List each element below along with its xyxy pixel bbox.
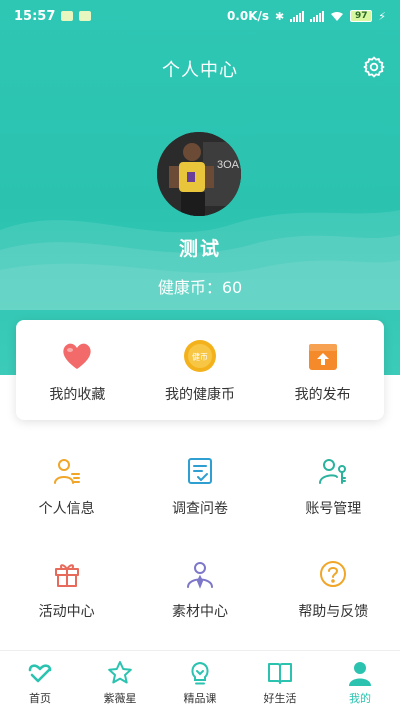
tab-mine[interactable]: 我的 bbox=[320, 651, 400, 711]
avatar-photo: 3OA bbox=[157, 132, 241, 216]
tab-ziweixing[interactable]: 紫薇星 bbox=[80, 651, 160, 711]
menu-help-feedback[interactable]: 帮助与反馈 bbox=[267, 543, 400, 646]
top-bar: 个人中心 bbox=[0, 50, 400, 86]
heart-icon bbox=[63, 343, 91, 369]
health-coin-balance: 健康币：60 bbox=[157, 278, 243, 297]
tab-good-life[interactable]: 好生活 bbox=[240, 651, 320, 711]
quick-actions-card: 我的收藏 健币 我的健康币 我的发布 bbox=[16, 320, 384, 420]
my-posts-label: 我的发布 bbox=[294, 387, 351, 403]
upload-box-icon bbox=[308, 344, 337, 370]
menu-personal-info[interactable]: 个人信息 bbox=[0, 440, 133, 543]
menu-material-center[interactable]: 素材中心 bbox=[133, 543, 266, 646]
my-health-coins-button[interactable]: 健币 我的健康币 bbox=[139, 320, 262, 420]
coin-badge-text: 健币 bbox=[192, 352, 208, 362]
account-key-icon bbox=[319, 459, 347, 484]
bottom-tab-bar: 首页 紫薇星 精品课 好生活 我的 bbox=[0, 650, 400, 711]
menu-account-management[interactable]: 账号管理 bbox=[267, 440, 400, 543]
avatar[interactable]: 3OA bbox=[157, 132, 241, 216]
signal-icon bbox=[290, 10, 305, 22]
bluetooth-icon: ✱ bbox=[275, 9, 285, 23]
menu-help-feedback-label: 帮助与反馈 bbox=[298, 604, 369, 620]
menu-survey-label: 调查问卷 bbox=[171, 501, 228, 517]
signal-4g-icon bbox=[310, 10, 325, 22]
person-icon bbox=[349, 662, 371, 686]
bulb-icon bbox=[191, 661, 209, 685]
menu-grid: 个人信息 调查问卷 账号管理 活动中心 素材中心 帮助与反馈 bbox=[0, 440, 400, 646]
tab-home[interactable]: 首页 bbox=[0, 651, 80, 711]
menu-account-management-label: 账号管理 bbox=[305, 501, 362, 517]
menu-personal-info-label: 个人信息 bbox=[38, 501, 95, 517]
star-icon bbox=[108, 661, 132, 684]
my-posts-button[interactable]: 我的发布 bbox=[261, 320, 384, 420]
page-title: 个人中心 bbox=[162, 60, 238, 81]
book-icon bbox=[268, 663, 292, 684]
presenter-icon bbox=[186, 562, 213, 589]
survey-icon bbox=[187, 458, 212, 484]
status-time: 15:57 bbox=[14, 8, 56, 24]
home-heart-icon bbox=[28, 664, 52, 683]
my-health-coins-label: 我的健康币 bbox=[165, 387, 235, 403]
help-icon bbox=[320, 561, 347, 587]
wifi-icon bbox=[331, 11, 344, 21]
avatar-text: 3OA bbox=[217, 159, 240, 171]
gift-icon bbox=[54, 564, 79, 587]
network-speed: 0.0K/s bbox=[226, 9, 270, 23]
menu-activity-center[interactable]: 活动中心 bbox=[0, 543, 133, 646]
status-bar: 15:57 0.0K/s ✱ 97 ⚡ bbox=[0, 0, 400, 32]
charging-icon: ⚡ bbox=[378, 9, 386, 23]
my-favorites-label: 我的收藏 bbox=[49, 387, 106, 403]
gear-icon[interactable] bbox=[362, 55, 386, 79]
person-info-icon bbox=[53, 459, 80, 484]
battery-indicator: 97 bbox=[350, 10, 373, 22]
menu-activity-center-label: 活动中心 bbox=[38, 604, 95, 620]
tab-mine-label: 我的 bbox=[349, 692, 371, 705]
tab-good-life-label: 好生活 bbox=[263, 692, 297, 705]
menu-material-center-label: 素材中心 bbox=[171, 604, 228, 620]
tab-courses-label: 精品课 bbox=[183, 692, 217, 705]
tab-courses[interactable]: 精品课 bbox=[160, 651, 240, 711]
my-favorites-button[interactable]: 我的收藏 bbox=[16, 320, 139, 420]
notification-icon bbox=[79, 11, 92, 21]
coin-icon: 健币 bbox=[184, 340, 216, 372]
user-name: 测试 bbox=[178, 238, 221, 260]
menu-survey[interactable]: 调查问卷 bbox=[133, 440, 266, 543]
tab-home-label: 首页 bbox=[29, 692, 51, 705]
tab-ziweixing-label: 紫薇星 bbox=[103, 692, 137, 705]
notification-icon bbox=[61, 11, 74, 21]
